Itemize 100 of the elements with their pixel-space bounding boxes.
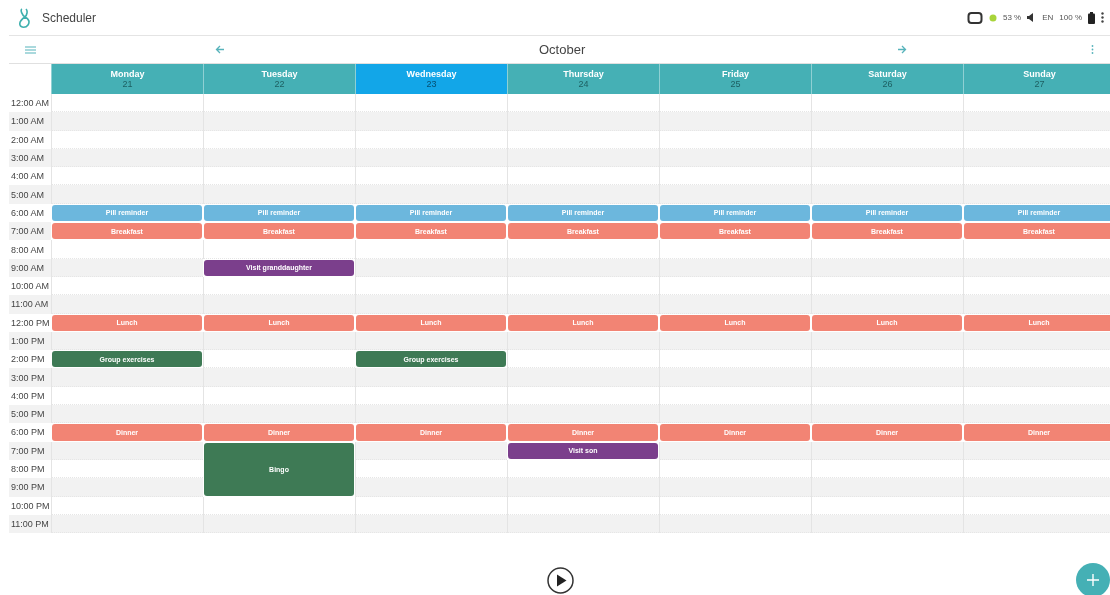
grid-cell[interactable] [355, 368, 507, 387]
grid-cell[interactable] [203, 496, 355, 515]
grid-cell[interactable] [203, 368, 355, 387]
grid-cell[interactable] [963, 94, 1110, 113]
day-header[interactable]: Sunday 27 [963, 64, 1110, 94]
logo-icon [18, 6, 32, 29]
grid-cell[interactable] [811, 185, 963, 204]
grid-cell[interactable] [355, 295, 507, 314]
grid-cell[interactable] [355, 441, 507, 460]
grid-cell[interactable] [355, 331, 507, 351]
grid-cell[interactable] [51, 478, 203, 497]
grid-cell[interactable] [355, 112, 507, 131]
time-label: 11:00 AM [9, 295, 51, 314]
grid-cell[interactable] [507, 167, 659, 186]
grid-cell[interactable] [51, 295, 203, 314]
grid-cell[interactable] [963, 405, 1110, 424]
grid-cell[interactable] [811, 240, 963, 259]
more-icon[interactable] [1101, 12, 1104, 23]
grid-cell[interactable] [507, 112, 659, 131]
grid-cell[interactable] [507, 368, 659, 387]
grid-cell[interactable] [507, 295, 659, 314]
grid-cell[interactable] [811, 441, 963, 460]
grid-cell[interactable] [355, 405, 507, 424]
day-header[interactable]: Wednesday 23 [355, 64, 507, 94]
grid-cell[interactable] [659, 167, 811, 186]
grid-cell[interactable] [355, 167, 507, 186]
grid-cell[interactable] [51, 167, 203, 186]
grid-cell[interactable] [811, 295, 963, 314]
grid-cell[interactable] [203, 295, 355, 314]
grid-cell[interactable] [355, 478, 507, 497]
grid-cell[interactable] [203, 112, 355, 131]
grid-cell[interactable] [51, 441, 203, 460]
day-header[interactable]: Saturday 26 [811, 64, 963, 94]
grid-cell[interactable] [203, 167, 355, 186]
day-header[interactable]: Friday 25 [659, 64, 811, 94]
grid-cell[interactable] [203, 240, 355, 259]
grid-cell[interactable] [203, 185, 355, 204]
screen-icon[interactable] [966, 10, 983, 25]
grid-cell[interactable] [659, 441, 811, 460]
grid-cell[interactable] [659, 331, 811, 351]
grid-cell[interactable] [811, 368, 963, 387]
menu-icon[interactable] [25, 46, 36, 54]
right-arrow-icon[interactable] [897, 45, 907, 54]
grid-cell[interactable] [811, 350, 963, 369]
grid-cell[interactable] [659, 405, 811, 424]
grid-cell[interactable] [507, 459, 659, 479]
grid-cell[interactable] [507, 240, 659, 259]
grid-cell[interactable] [51, 240, 203, 259]
grid-cell[interactable] [659, 94, 811, 113]
language-indicator[interactable]: EN [1042, 13, 1054, 22]
grid-cell[interactable] [963, 368, 1110, 387]
day-header[interactable]: Monday 21 [51, 64, 203, 94]
day-header[interactable]: Thursday 24 [507, 64, 659, 94]
play-button[interactable] [547, 567, 574, 595]
grid-cell[interactable] [659, 478, 811, 497]
grid-cell[interactable] [963, 112, 1110, 131]
grid-cell[interactable] [811, 167, 963, 186]
grid-cell[interactable] [659, 368, 811, 387]
grid-cell[interactable] [51, 331, 203, 351]
grid-cell[interactable] [963, 350, 1110, 369]
grid-cell[interactable] [507, 350, 659, 369]
grid-cell[interactable] [51, 112, 203, 131]
grid-cell[interactable] [963, 185, 1110, 204]
grid-cell[interactable] [811, 478, 963, 497]
grid-cell[interactable] [963, 167, 1110, 186]
grid-cell[interactable] [811, 331, 963, 351]
grid-cell[interactable] [811, 94, 963, 113]
grid-cell[interactable] [963, 331, 1110, 351]
grid-cell[interactable] [659, 112, 811, 131]
grid-cell[interactable] [507, 405, 659, 424]
grid-cell[interactable] [659, 185, 811, 204]
grid-cell[interactable] [203, 350, 355, 369]
add-button[interactable] [1076, 563, 1110, 595]
grid-cell[interactable] [51, 185, 203, 204]
grid-cell[interactable] [811, 405, 963, 424]
left-arrow-icon[interactable] [215, 45, 225, 54]
grid-cell[interactable] [51, 368, 203, 387]
grid-cell[interactable] [203, 405, 355, 424]
grid-cell[interactable] [659, 240, 811, 259]
grid-cell[interactable] [507, 478, 659, 497]
grid-cell[interactable] [203, 276, 355, 296]
grid-cell[interactable] [203, 94, 355, 113]
grid-cell[interactable] [355, 94, 507, 113]
grid-cell[interactable] [963, 240, 1110, 259]
grid-cell[interactable] [659, 350, 811, 369]
grid-cell[interactable] [507, 185, 659, 204]
grid-cell[interactable] [507, 331, 659, 351]
grid-cell[interactable] [51, 94, 203, 113]
grid-cell[interactable] [811, 112, 963, 131]
grid-cell[interactable] [355, 240, 507, 259]
grid-cell[interactable] [355, 185, 507, 204]
day-header[interactable]: Tuesday 22 [203, 64, 355, 94]
battery-icon [1088, 11, 1095, 24]
grid-cell[interactable] [963, 441, 1110, 460]
grid-cell[interactable] [203, 331, 355, 351]
grid-cell[interactable] [51, 405, 203, 424]
grid-cell[interactable] [507, 94, 659, 113]
grid-cell[interactable] [963, 295, 1110, 314]
grid-cell[interactable] [659, 295, 811, 314]
grid-cell[interactable] [963, 478, 1110, 497]
